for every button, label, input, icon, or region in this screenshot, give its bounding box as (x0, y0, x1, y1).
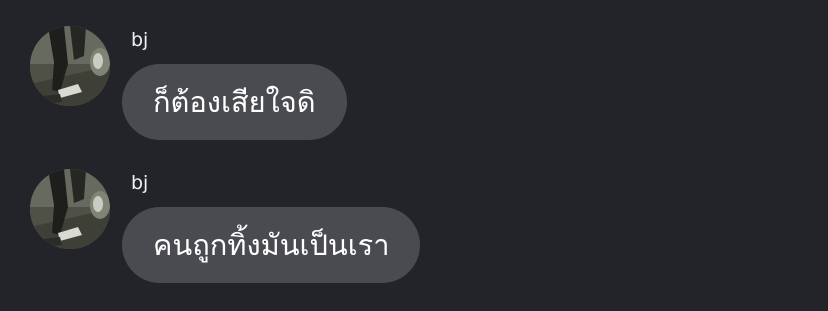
message-bubble[interactable]: คนถูกทิ้งมันเป็นเรา (122, 207, 421, 283)
chat-thread: bj ก็ต้องเสียใจดิ bj คนถูกทิ้งมันเป็นเรา (0, 0, 828, 311)
chat-message: bj คนถูกทิ้งมันเป็นเรา (0, 143, 828, 286)
message-bubble[interactable]: ก็ต้องเสียใจดิ (122, 64, 347, 140)
avatar-photo (30, 169, 110, 249)
sender-name: bj (131, 172, 149, 194)
avatar-photo (30, 26, 110, 106)
user-avatar[interactable] (30, 26, 110, 106)
user-avatar[interactable] (30, 169, 110, 249)
chat-message: bj ก็ต้องเสียใจดิ (0, 0, 828, 143)
sender-name: bj (131, 29, 149, 51)
